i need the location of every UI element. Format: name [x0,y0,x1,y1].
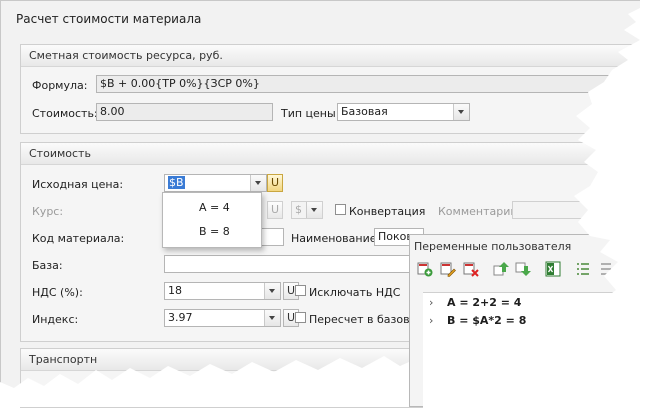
base-field[interactable] [164,255,414,273]
move-up-icon[interactable] [492,260,510,278]
index-label: Индекс: [32,313,79,326]
formula-label: Формула: [32,79,88,92]
currency-value: $ [295,203,302,216]
conversion-checkbox[interactable] [335,204,346,215]
variable-expression: A = 2+2 = 4 [447,296,522,309]
source-price-u-button[interactable]: U [267,174,283,192]
chevron-right-icon[interactable]: › [429,312,433,329]
user-variables-title: Переменные пользователя [414,240,572,253]
recalc-base-label: Пересчет в базову [309,313,417,326]
source-price-dropdown-list: A = 4 B = 8 [162,192,262,248]
chevron-down-icon[interactable] [306,202,322,218]
list-item[interactable]: › A = 2+2 = 4 [423,294,671,311]
edit-variable-icon[interactable] [439,260,457,278]
resource-cost-group: Сметная стоимость ресурса, руб. Формула:… [20,44,641,134]
material-code-label: Код материала: [32,232,125,245]
vat-value: 18 [168,284,182,297]
formula-field[interactable]: $B + 0.00{ТР 0%}{ЗСР 0%} [96,75,641,93]
move-down-icon[interactable] [514,260,532,278]
cost-field[interactable]: 8.00 [96,103,273,121]
price-type-value: Базовая [341,105,388,118]
vat-label: НДС (%): [32,286,83,299]
price-type-select[interactable]: Базовая [337,103,470,121]
dropdown-option[interactable]: B = 8 [163,220,261,244]
comment-field[interactable] [512,201,592,219]
excel-export-icon[interactable] [544,260,562,278]
list-icon[interactable] [574,260,592,278]
exclude-vat-label: Исключать НДС [309,286,401,299]
dropdown-option[interactable]: A = 4 [163,196,261,220]
dropdown-option-label: B = 8 [199,225,230,238]
resource-cost-group-header: Сметная стоимость ресурса, руб. [21,45,640,67]
chevron-down-icon[interactable] [250,175,266,191]
variable-expression: B = $A*2 = 8 [447,314,527,327]
price-type-label: Тип цены: [281,107,340,120]
base-label: База: [32,259,63,272]
comment-label: Комментарий [438,205,518,218]
cost-group-header: Стоимость [21,143,640,165]
rate-label: Курс: [32,205,64,218]
currency-select[interactable]: $ [291,201,323,219]
conversion-label: Конвертация [349,205,426,218]
recalc-base-checkbox[interactable] [295,312,306,323]
chevron-down-icon[interactable] [453,104,469,120]
user-variables-panel: Переменные пользователя › A = 2+2 = 4 › [409,234,671,409]
vat-select[interactable]: 18 [164,282,281,300]
chevron-down-icon[interactable] [264,283,280,299]
list-icon[interactable] [598,260,616,278]
name-label: Наименование: [291,232,381,245]
add-variable-icon[interactable] [416,260,434,278]
chevron-right-icon[interactable]: › [429,294,433,311]
window-title: Расчет стоимости материала [16,12,202,26]
delete-variable-icon[interactable] [462,260,480,278]
source-price-value: $B [168,176,185,189]
list-item[interactable]: › B = $A*2 = 8 [423,312,671,329]
source-price-label: Исходная цена: [32,178,124,191]
cost-label: Стоимость: [32,107,98,120]
index-select[interactable]: 3.97 [164,309,281,327]
variables-list: › A = 2+2 = 4 › B = $A*2 = 8 [423,292,671,409]
rate-u-button[interactable]: U [267,201,283,219]
source-price-select[interactable]: $B [164,174,267,192]
chevron-down-icon[interactable] [264,310,280,326]
dropdown-option-label: A = 4 [199,201,230,214]
exclude-vat-checkbox[interactable] [295,285,306,296]
index-value: 3.97 [168,311,193,324]
